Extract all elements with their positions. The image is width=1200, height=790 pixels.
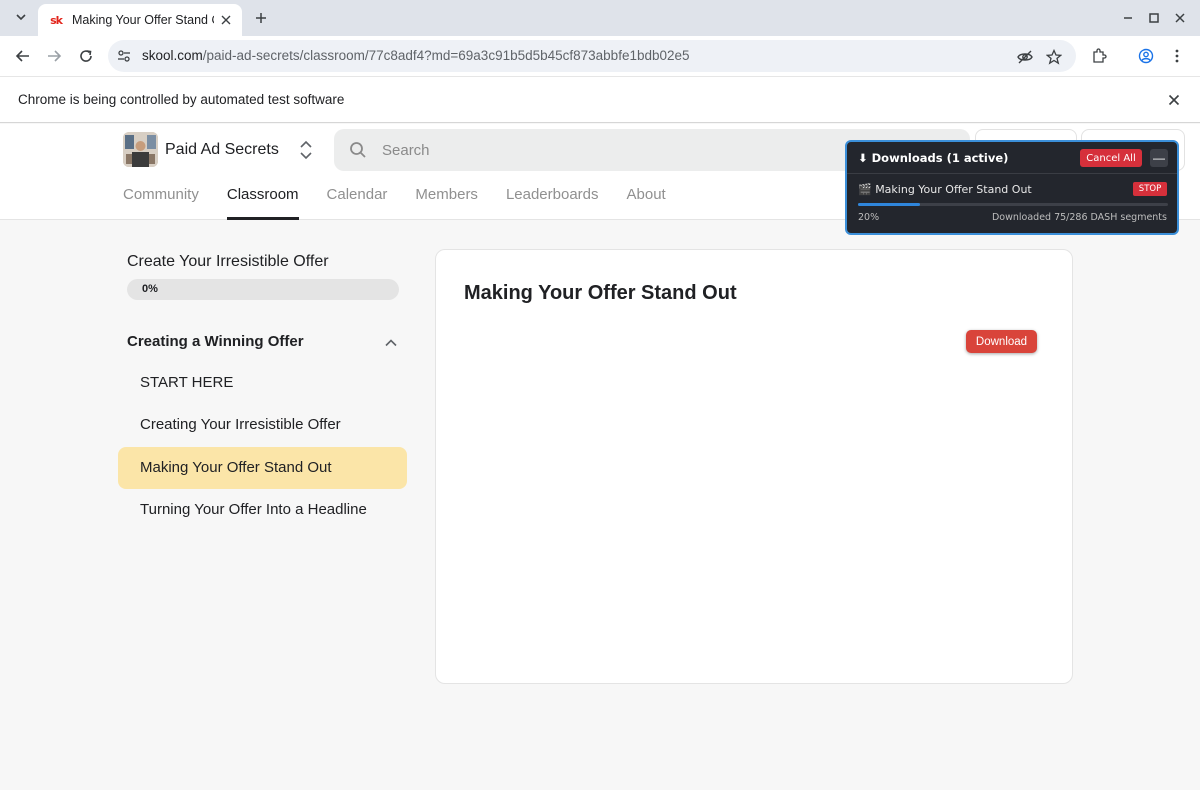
lesson-content-card: Making Your Offer Stand Out Download — [435, 249, 1073, 684]
site-settings-icon — [118, 50, 130, 62]
forward-button[interactable] — [42, 44, 66, 68]
module-section-header[interactable]: Creating a Winning Offer — [127, 333, 399, 353]
group-logo[interactable] — [123, 132, 158, 167]
reload-button[interactable] — [74, 44, 98, 68]
tab-label: Members — [415, 186, 478, 203]
close-icon — [1168, 94, 1180, 106]
profile-button[interactable] — [1134, 44, 1158, 68]
browser-tab[interactable]: sk Making Your Offer Stand Out — [38, 4, 242, 36]
download-status: Downloaded 75/286 DASH segments — [991, 212, 1167, 223]
back-button[interactable] — [11, 44, 35, 68]
group-switcher-button[interactable] — [297, 139, 315, 161]
close-icon — [1175, 13, 1185, 23]
window-minimize-button[interactable] — [1118, 8, 1138, 28]
panel-minimize-button[interactable]: — — [1150, 149, 1168, 167]
lesson-item[interactable]: START HERE — [118, 362, 407, 404]
tracking-protection-button[interactable] — [1016, 48, 1034, 66]
tab-community[interactable]: Community — [123, 186, 199, 220]
window-close-button[interactable] — [1170, 8, 1190, 28]
browser-tab-strip: sk Making Your Offer Stand Out — [0, 0, 1200, 36]
tab-calendar[interactable]: Calendar — [327, 186, 388, 220]
downloads-panel-header: ⬇ Downloads (1 active) Cancel All — — [847, 142, 1177, 174]
url-path: /paid-ad-secrets/classroom/77c8adf4?md=6… — [202, 48, 690, 63]
lesson-item-active[interactable]: Making Your Offer Stand Out — [118, 447, 407, 489]
infobar-close-button[interactable] — [1166, 92, 1182, 108]
tab-leaderboards[interactable]: Leaderboards — [506, 186, 599, 220]
profile-icon — [1138, 48, 1154, 64]
browser-menu-button[interactable] — [1165, 44, 1189, 68]
course-progress-bar: 0% — [127, 279, 399, 300]
lesson-item[interactable]: Creating Your Irresistible Offer — [118, 404, 407, 446]
lesson-label: Making Your Offer Stand Out — [140, 459, 332, 476]
address-bar[interactable]: skool.com/paid-ad-secrets/classroom/77c8… — [108, 40, 1076, 72]
more-vert-icon — [1175, 49, 1179, 63]
tab-search-button[interactable] — [10, 6, 32, 28]
download-percent: 20% — [858, 212, 880, 223]
download-progress-fill — [858, 203, 920, 206]
infobar-message: Chrome is being controlled by automated … — [18, 92, 345, 107]
tab-close-button[interactable] — [218, 12, 234, 28]
reload-icon — [80, 50, 92, 62]
lesson-title: Making Your Offer Stand Out — [464, 282, 737, 304]
tab-title: Making Your Offer Stand Out — [72, 13, 214, 27]
cancel-all-button[interactable]: Cancel All — [1080, 149, 1142, 167]
lesson-label: Turning Your Offer Into a Headline — [140, 501, 367, 518]
back-icon — [15, 50, 29, 62]
download-progress-bar — [858, 203, 1168, 206]
module-section-title: Creating a Winning Offer — [127, 333, 304, 350]
minimize-icon — [1124, 17, 1132, 19]
forward-icon — [48, 50, 62, 62]
search-icon — [349, 141, 367, 159]
url-host: skool.com — [142, 48, 203, 63]
maximize-icon — [1149, 13, 1159, 23]
stop-download-button[interactable]: STOP — [1133, 182, 1167, 196]
lesson-label: START HERE — [140, 374, 234, 391]
chevron-up-icon — [383, 335, 399, 351]
chevron-down-icon — [16, 14, 26, 21]
lesson-label: Creating Your Irresistible Offer — [140, 416, 341, 433]
course-progress-label: 0% — [142, 283, 158, 295]
unfold-icon — [300, 140, 312, 160]
group-avatar-icon — [123, 132, 158, 167]
tab-about[interactable]: About — [627, 186, 666, 220]
tab-label: About — [626, 186, 666, 203]
bookmark-button[interactable] — [1045, 48, 1063, 66]
plus-icon — [256, 13, 266, 23]
tab-members[interactable]: Members — [415, 186, 478, 220]
close-icon — [221, 15, 231, 25]
skool-favicon-icon: sk — [50, 13, 63, 27]
downloads-panel: ⬇ Downloads (1 active) Cancel All — 🎬 Ma… — [845, 140, 1179, 235]
tab-label: Calendar — [326, 186, 388, 203]
browser-toolbar: skool.com/paid-ad-secrets/classroom/77c8… — [0, 36, 1200, 76]
star-icon — [1046, 49, 1062, 65]
site-settings-button[interactable] — [116, 48, 132, 64]
course-title: Create Your Irresistible Offer — [127, 253, 329, 270]
tab-label: Leaderboards — [505, 186, 599, 203]
download-item-name: 🎬 Making Your Offer Stand Out — [858, 183, 1032, 196]
tab-label: Classroom — [226, 186, 299, 203]
url-text: skool.com/paid-ad-secrets/classroom/77c8… — [142, 48, 690, 63]
automation-infobar: Chrome is being controlled by automated … — [0, 76, 1200, 123]
tab-classroom[interactable]: Classroom — [226, 186, 299, 220]
group-name[interactable]: Paid Ad Secrets — [165, 141, 279, 159]
new-tab-button[interactable] — [250, 7, 272, 29]
window-maximize-button[interactable] — [1144, 8, 1164, 28]
tab-label: Community — [123, 186, 199, 203]
extensions-button[interactable] — [1087, 44, 1111, 68]
downloads-panel-title: ⬇ Downloads (1 active) — [858, 151, 1009, 165]
extensions-icon — [1093, 48, 1107, 63]
community-nav: Community Classroom Calendar Members Lea… — [123, 186, 694, 220]
download-button[interactable]: Download — [966, 330, 1037, 353]
lesson-item[interactable]: Turning Your Offer Into a Headline — [118, 489, 407, 531]
eye-off-icon — [1017, 50, 1033, 64]
